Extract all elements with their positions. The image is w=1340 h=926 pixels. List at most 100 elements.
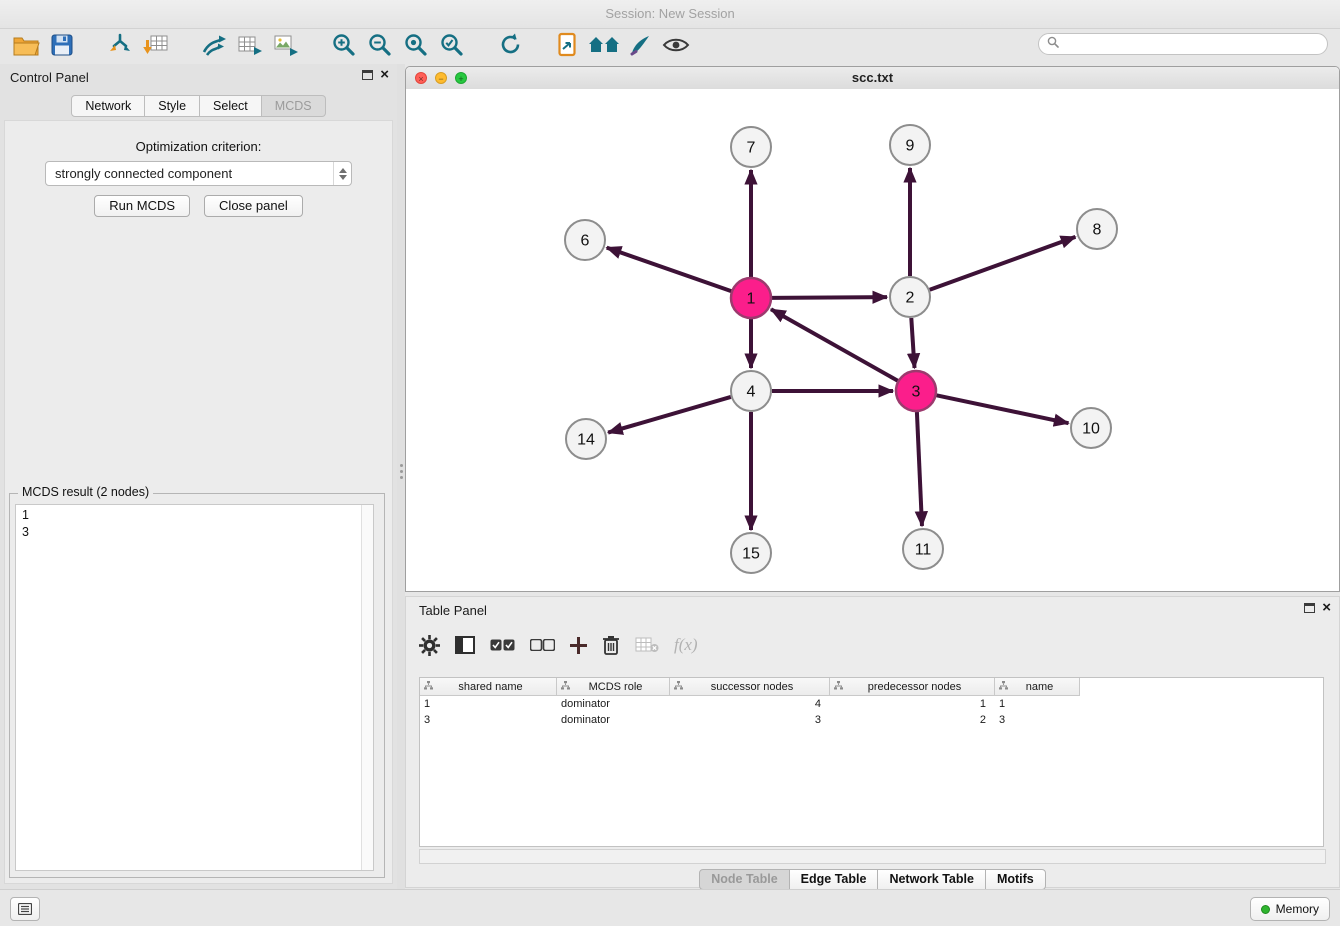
minimize-window-icon[interactable]: − [435, 72, 447, 84]
table-cell[interactable]: 3 [670, 712, 830, 728]
table-cell[interactable]: 1 [995, 696, 1080, 712]
app-window: Session: New Session [0, 0, 1340, 926]
delete-column-button[interactable] [602, 635, 620, 655]
network-canvas[interactable]: 7 9 6 8 1 2 4 3 14 10 15 11 [406, 89, 1339, 592]
import-table-button[interactable] [138, 31, 174, 63]
export-image-button[interactable] [268, 31, 304, 63]
memory-button[interactable]: Memory [1250, 897, 1330, 921]
edge-2-3[interactable] [911, 318, 914, 368]
close-panel-icon[interactable]: × [380, 69, 389, 81]
node-3[interactable]: 3 [896, 371, 936, 411]
create-column-button[interactable] [570, 637, 587, 654]
node-6[interactable]: 6 [565, 220, 605, 260]
edge-1-2[interactable] [772, 297, 887, 298]
column-header-name[interactable]: name [995, 678, 1080, 696]
edge-1-6[interactable] [607, 248, 732, 292]
export-network-button[interactable] [196, 31, 232, 63]
save-session-button[interactable] [44, 31, 80, 63]
column-header-successor-nodes[interactable]: successor nodes [670, 678, 830, 696]
table-panel-title: Table Panel [419, 603, 487, 618]
run-mcds-button[interactable]: Run MCDS [94, 195, 190, 217]
zoom-selected-button[interactable] [434, 31, 470, 63]
node-7[interactable]: 7 [731, 127, 771, 167]
tab-edge-table[interactable]: Edge Table [790, 869, 879, 890]
tab-node-table[interactable]: Node Table [699, 869, 789, 890]
apply-style-button[interactable] [622, 31, 658, 63]
node-8[interactable]: 8 [1077, 209, 1117, 249]
mcds-result-area[interactable]: 1 3 [15, 504, 374, 871]
close-table-panel-icon[interactable]: × [1322, 602, 1331, 614]
node-2[interactable]: 2 [890, 277, 930, 317]
svg-text:11: 11 [915, 542, 932, 559]
select-all-columns-button[interactable] [490, 639, 515, 651]
zoom-fit-button[interactable] [398, 31, 434, 63]
table-panel: Table Panel × [405, 596, 1340, 888]
deselect-all-columns-button[interactable] [530, 639, 555, 651]
tab-network[interactable]: Network [71, 95, 145, 117]
edge-3-1[interactable] [771, 309, 898, 380]
svg-text:15: 15 [742, 546, 760, 563]
table-cell[interactable]: dominator [557, 712, 670, 728]
first-neighbors-button[interactable] [550, 31, 586, 63]
column-header-shared-name[interactable]: shared name [420, 678, 557, 696]
maximize-window-icon[interactable]: + [455, 72, 467, 84]
table-cell[interactable]: 2 [830, 712, 995, 728]
close-window-icon[interactable]: × [415, 72, 427, 84]
edge-4-14[interactable] [608, 397, 731, 433]
tab-motifs[interactable]: Motifs [986, 869, 1046, 890]
function-builder-button-disabled[interactable]: f(x) [674, 635, 698, 655]
node-10[interactable]: 10 [1071, 408, 1111, 448]
edge-2-8[interactable] [930, 237, 1076, 290]
table-cell[interactable]: 4 [670, 696, 830, 712]
table-row[interactable]: 3dominator323 [420, 712, 1323, 728]
show-column-button[interactable] [455, 636, 475, 654]
column-header-predecessor-nodes[interactable]: predecessor nodes [830, 678, 995, 696]
zoom-in-button[interactable] [326, 31, 362, 63]
tab-select[interactable]: Select [200, 95, 262, 117]
edge-3-11[interactable] [917, 412, 922, 526]
table-cell[interactable]: 3 [420, 712, 557, 728]
window-title: Session: New Session [605, 6, 734, 21]
edge-3-10[interactable] [937, 395, 1069, 423]
svg-text:2: 2 [906, 290, 915, 307]
export-table-button[interactable] [232, 31, 268, 63]
save-floppy-icon [51, 34, 73, 61]
node-1[interactable]: 1 [731, 278, 771, 318]
table-horizontal-scrollbar[interactable] [419, 849, 1326, 864]
search-field[interactable] [1038, 33, 1328, 55]
table-cell[interactable]: 1 [420, 696, 557, 712]
float-table-panel-icon[interactable] [1304, 603, 1315, 613]
table-row[interactable]: 1dominator411 [420, 696, 1323, 712]
table-cell[interactable]: 3 [995, 712, 1080, 728]
export-table-icon [237, 33, 263, 62]
node-9[interactable]: 9 [890, 125, 930, 165]
node-11[interactable]: 11 [903, 529, 943, 569]
float-panel-icon[interactable] [362, 70, 373, 80]
dropdown-stepper-icon [333, 162, 351, 185]
open-session-button[interactable] [8, 31, 44, 63]
show-hide-graphics-button[interactable] [658, 31, 694, 63]
refresh-view-button[interactable] [492, 31, 528, 63]
node-15[interactable]: 15 [731, 533, 771, 573]
home-view-button[interactable] [586, 31, 622, 63]
tab-network-table[interactable]: Network Table [878, 869, 986, 890]
tab-style[interactable]: Style [145, 95, 200, 117]
table-settings-button[interactable] [419, 635, 440, 656]
close-panel-button[interactable]: Close panel [204, 195, 303, 217]
import-network-button[interactable] [102, 31, 138, 63]
column-header-mcds-role[interactable]: MCDS role [557, 678, 670, 696]
table-cell[interactable]: 1 [830, 696, 995, 712]
table-toolbar: f(x) [419, 625, 1326, 665]
tab-mcds[interactable]: MCDS [262, 95, 326, 117]
network-view-window: × − + scc.txt 7968124314101511 [405, 66, 1340, 592]
task-history-button[interactable] [10, 897, 40, 921]
search-input[interactable] [1064, 36, 1327, 52]
table-cell[interactable]: dominator [557, 696, 670, 712]
zoom-out-button[interactable] [362, 31, 398, 63]
result-scrollbar[interactable] [361, 505, 373, 870]
panel-splitter[interactable] [397, 64, 405, 890]
criterion-dropdown[interactable]: strongly connected component [45, 161, 352, 186]
node-4[interactable]: 4 [731, 371, 771, 411]
node-14[interactable]: 14 [566, 419, 606, 459]
delete-table-button-disabled[interactable] [635, 637, 659, 653]
